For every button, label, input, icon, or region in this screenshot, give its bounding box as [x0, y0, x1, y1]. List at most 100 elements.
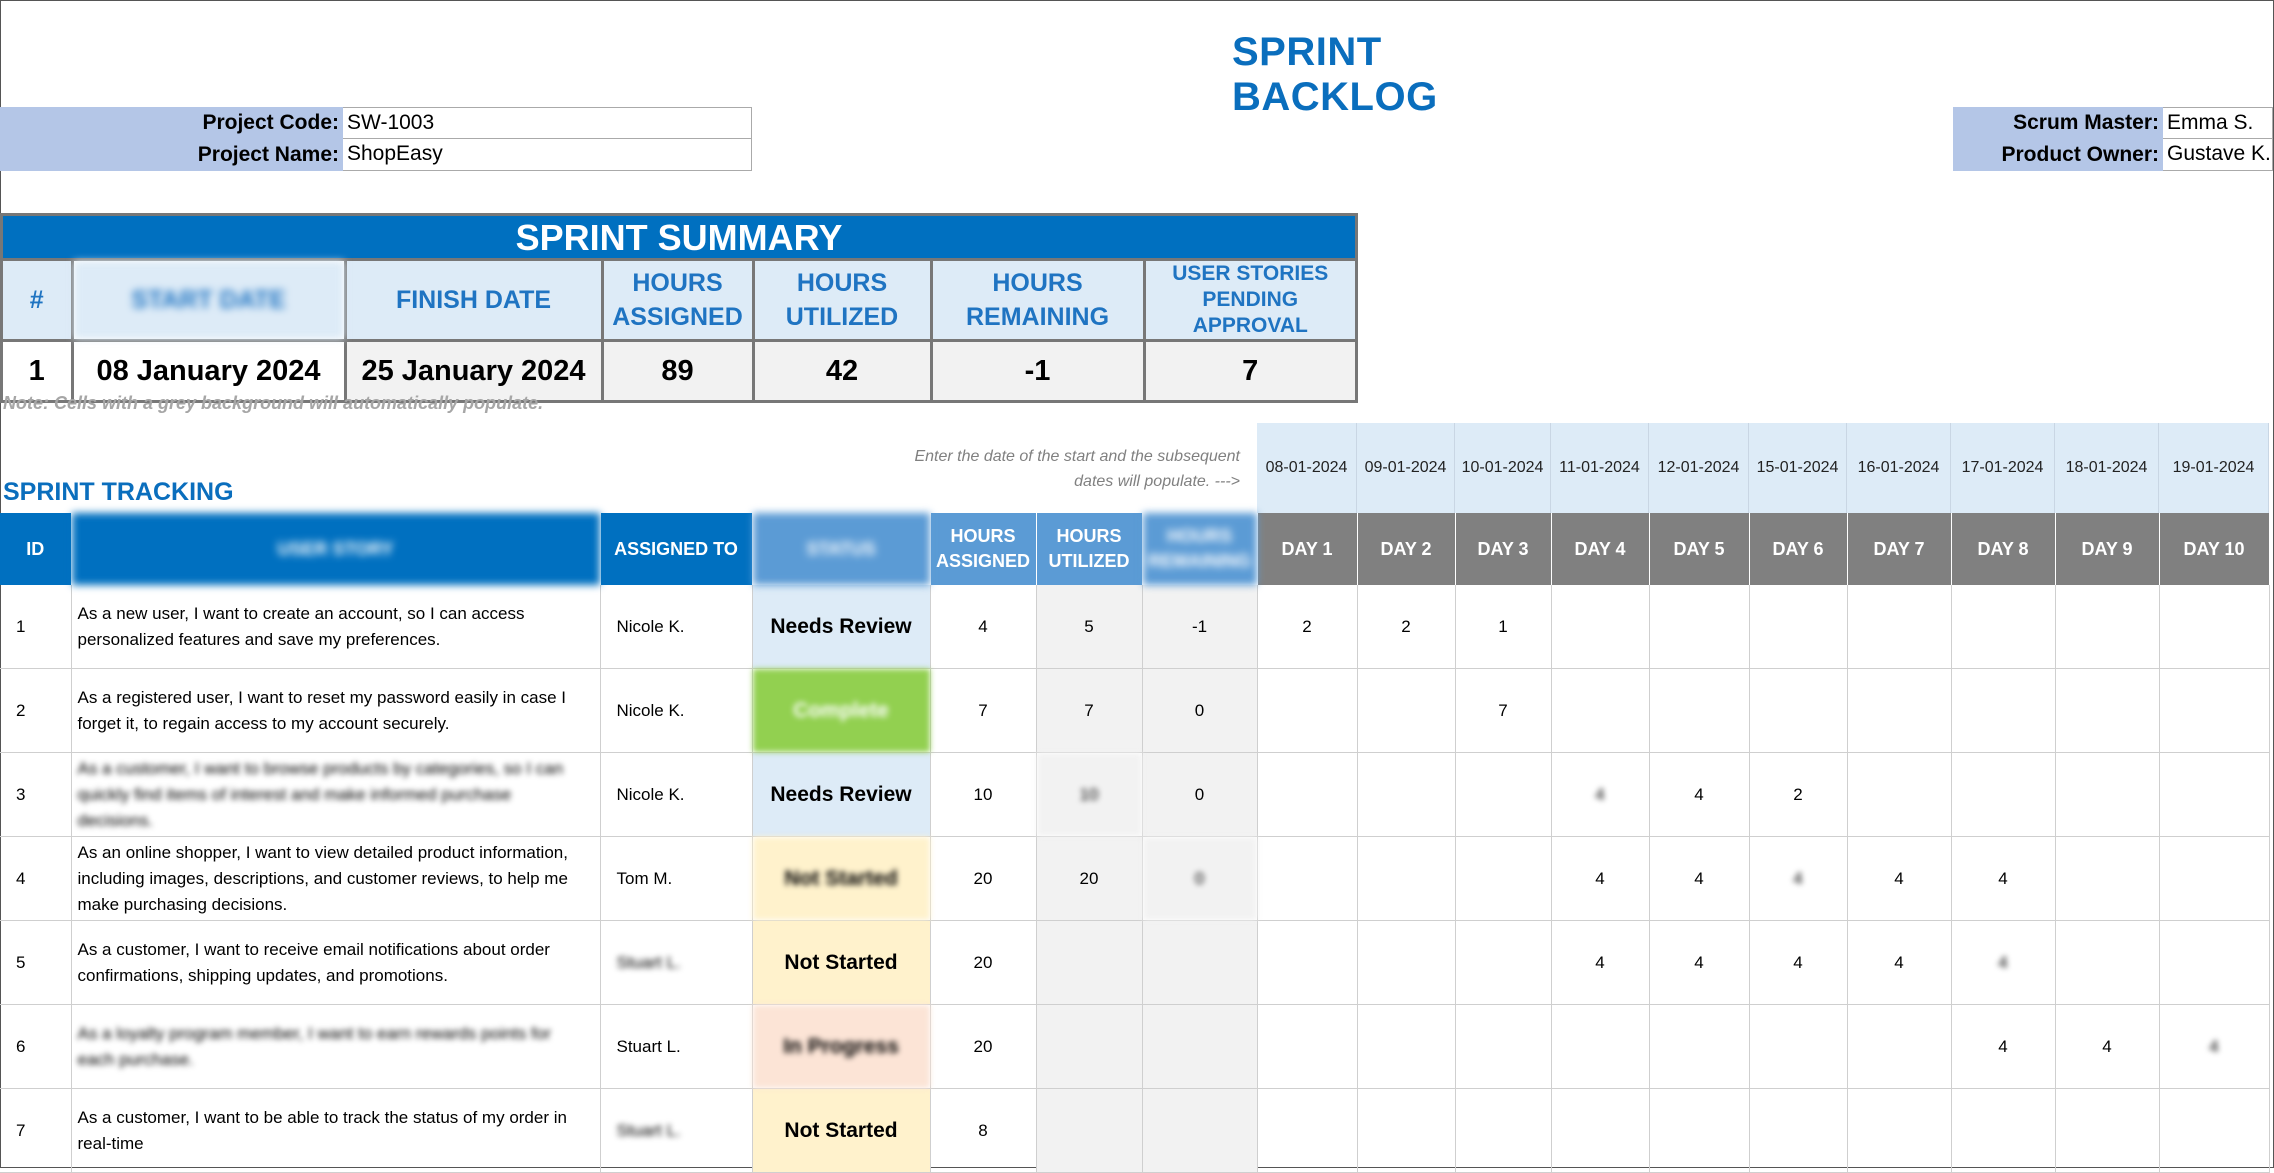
row-day-5[interactable]	[1649, 668, 1750, 753]
row-hours-assigned[interactable]: 8	[930, 1088, 1037, 1173]
row-status[interactable]: Not Started	[752, 1088, 931, 1173]
row-day-7[interactable]	[1847, 752, 1952, 837]
scrum-master-field[interactable]: Emma S.	[2163, 107, 2273, 139]
row-day-7[interactable]	[1847, 585, 1952, 669]
row-id[interactable]: 4	[0, 836, 72, 921]
row-day-6[interactable]	[1749, 1088, 1848, 1173]
row-day-8[interactable]	[1951, 1088, 2056, 1173]
project-code-field[interactable]: SW-1003	[343, 107, 752, 139]
row-day-7[interactable]: 4	[1847, 836, 1952, 921]
row-assigned-to[interactable]: Nicole K.	[600, 668, 753, 753]
row-user-story[interactable]: As a new user, I want to create an accou…	[71, 585, 601, 669]
row-assigned-to[interactable]: Tom M.	[600, 836, 753, 921]
summary-sprint-number[interactable]: 1	[3, 340, 74, 400]
product-owner-field[interactable]: Gustave K.	[2163, 139, 2273, 171]
row-day-5[interactable]: 4	[1649, 920, 1750, 1005]
row-id[interactable]: 6	[0, 1004, 72, 1089]
row-day-9[interactable]	[2055, 752, 2160, 837]
row-day-2[interactable]	[1357, 920, 1456, 1005]
row-assigned-to[interactable]: Stuart L.	[600, 1088, 753, 1173]
row-day-9[interactable]	[2055, 836, 2160, 921]
row-status[interactable]: In Progress	[752, 1004, 931, 1089]
date-day-1[interactable]: 08-01-2024	[1257, 423, 1357, 513]
row-day-8[interactable]: 4	[1951, 920, 2056, 1005]
row-day-8[interactable]	[1951, 585, 2056, 669]
row-user-story[interactable]: As an online shopper, I want to view det…	[71, 836, 601, 921]
row-day-1[interactable]	[1257, 836, 1358, 921]
row-day-8[interactable]	[1951, 752, 2056, 837]
row-user-story[interactable]: As a registered user, I want to reset my…	[71, 668, 601, 753]
row-day-3[interactable]	[1455, 1088, 1552, 1173]
row-day-10[interactable]	[2159, 920, 2270, 1005]
row-hours-assigned[interactable]: 20	[930, 920, 1037, 1005]
row-hours-assigned[interactable]: 20	[930, 1004, 1037, 1089]
row-assigned-to[interactable]: Nicole K.	[600, 752, 753, 837]
summary-start-date[interactable]: 08 January 2024	[72, 340, 347, 400]
row-day-10[interactable]	[2159, 836, 2270, 921]
project-name-field[interactable]: ShopEasy	[343, 139, 752, 171]
row-day-7[interactable]	[1847, 1004, 1952, 1089]
row-id[interactable]: 1	[0, 585, 72, 669]
row-day-4[interactable]: 4	[1551, 752, 1650, 837]
row-day-4[interactable]	[1551, 1004, 1650, 1089]
row-day-3[interactable]	[1455, 752, 1552, 837]
row-day-10[interactable]	[2159, 668, 2270, 753]
row-status[interactable]: Not Started	[752, 836, 931, 921]
row-day-10[interactable]	[2159, 752, 2270, 837]
row-status[interactable]: Needs Review	[752, 752, 931, 837]
row-day-4[interactable]: 4	[1551, 920, 1650, 1005]
row-day-1[interactable]	[1257, 1004, 1358, 1089]
row-day-2[interactable]	[1357, 752, 1456, 837]
row-assigned-to[interactable]: Stuart L.	[600, 1004, 753, 1089]
row-day-1[interactable]	[1257, 752, 1358, 837]
row-day-5[interactable]	[1649, 585, 1750, 669]
row-day-1[interactable]: 2	[1257, 585, 1358, 669]
row-day-3[interactable]	[1455, 1004, 1552, 1089]
row-id[interactable]: 2	[0, 668, 72, 753]
row-day-10[interactable]	[2159, 585, 2270, 669]
row-day-4[interactable]	[1551, 1088, 1650, 1173]
row-status[interactable]: Needs Review	[752, 585, 931, 669]
row-day-4[interactable]	[1551, 585, 1650, 669]
row-id[interactable]: 3	[0, 752, 72, 837]
row-user-story[interactable]: As a customer, I want to be able to trac…	[71, 1088, 601, 1173]
row-day-6[interactable]	[1749, 585, 1848, 669]
row-day-4[interactable]: 4	[1551, 836, 1650, 921]
row-day-7[interactable]	[1847, 1088, 1952, 1173]
row-day-5[interactable]: 4	[1649, 752, 1750, 837]
row-id[interactable]: 5	[0, 920, 72, 1005]
row-day-9[interactable]	[2055, 585, 2160, 669]
row-day-5[interactable]	[1649, 1004, 1750, 1089]
row-day-1[interactable]	[1257, 1088, 1358, 1173]
row-status[interactable]: Not Started	[752, 920, 931, 1005]
row-status[interactable]: Complete	[752, 668, 931, 753]
row-user-story[interactable]: As a loyalty program member, I want to e…	[71, 1004, 601, 1089]
row-day-6[interactable]: 4	[1749, 836, 1848, 921]
row-id[interactable]: 7	[0, 1088, 72, 1173]
row-day-10[interactable]: 4	[2159, 1004, 2270, 1089]
row-day-3[interactable]	[1455, 836, 1552, 921]
row-day-9[interactable]: 4	[2055, 1004, 2160, 1089]
row-day-9[interactable]	[2055, 668, 2160, 753]
row-day-8[interactable]	[1951, 668, 2056, 753]
row-day-6[interactable]: 2	[1749, 752, 1848, 837]
row-day-8[interactable]: 4	[1951, 836, 2056, 921]
row-day-3[interactable]: 7	[1455, 668, 1552, 753]
row-day-3[interactable]: 1	[1455, 585, 1552, 669]
row-day-2[interactable]: 2	[1357, 585, 1456, 669]
row-day-1[interactable]	[1257, 668, 1358, 753]
row-day-8[interactable]: 4	[1951, 1004, 2056, 1089]
row-day-2[interactable]	[1357, 1088, 1456, 1173]
row-day-2[interactable]	[1357, 668, 1456, 753]
row-hours-assigned[interactable]: 7	[930, 668, 1037, 753]
row-day-2[interactable]	[1357, 1004, 1456, 1089]
row-day-6[interactable]	[1749, 668, 1848, 753]
row-day-2[interactable]	[1357, 836, 1456, 921]
row-day-5[interactable]	[1649, 1088, 1750, 1173]
row-hours-assigned[interactable]: 20	[930, 836, 1037, 921]
row-day-3[interactable]	[1455, 920, 1552, 1005]
row-hours-assigned[interactable]: 10	[930, 752, 1037, 837]
row-day-5[interactable]: 4	[1649, 836, 1750, 921]
row-day-6[interactable]	[1749, 1004, 1848, 1089]
row-day-9[interactable]	[2055, 920, 2160, 1005]
